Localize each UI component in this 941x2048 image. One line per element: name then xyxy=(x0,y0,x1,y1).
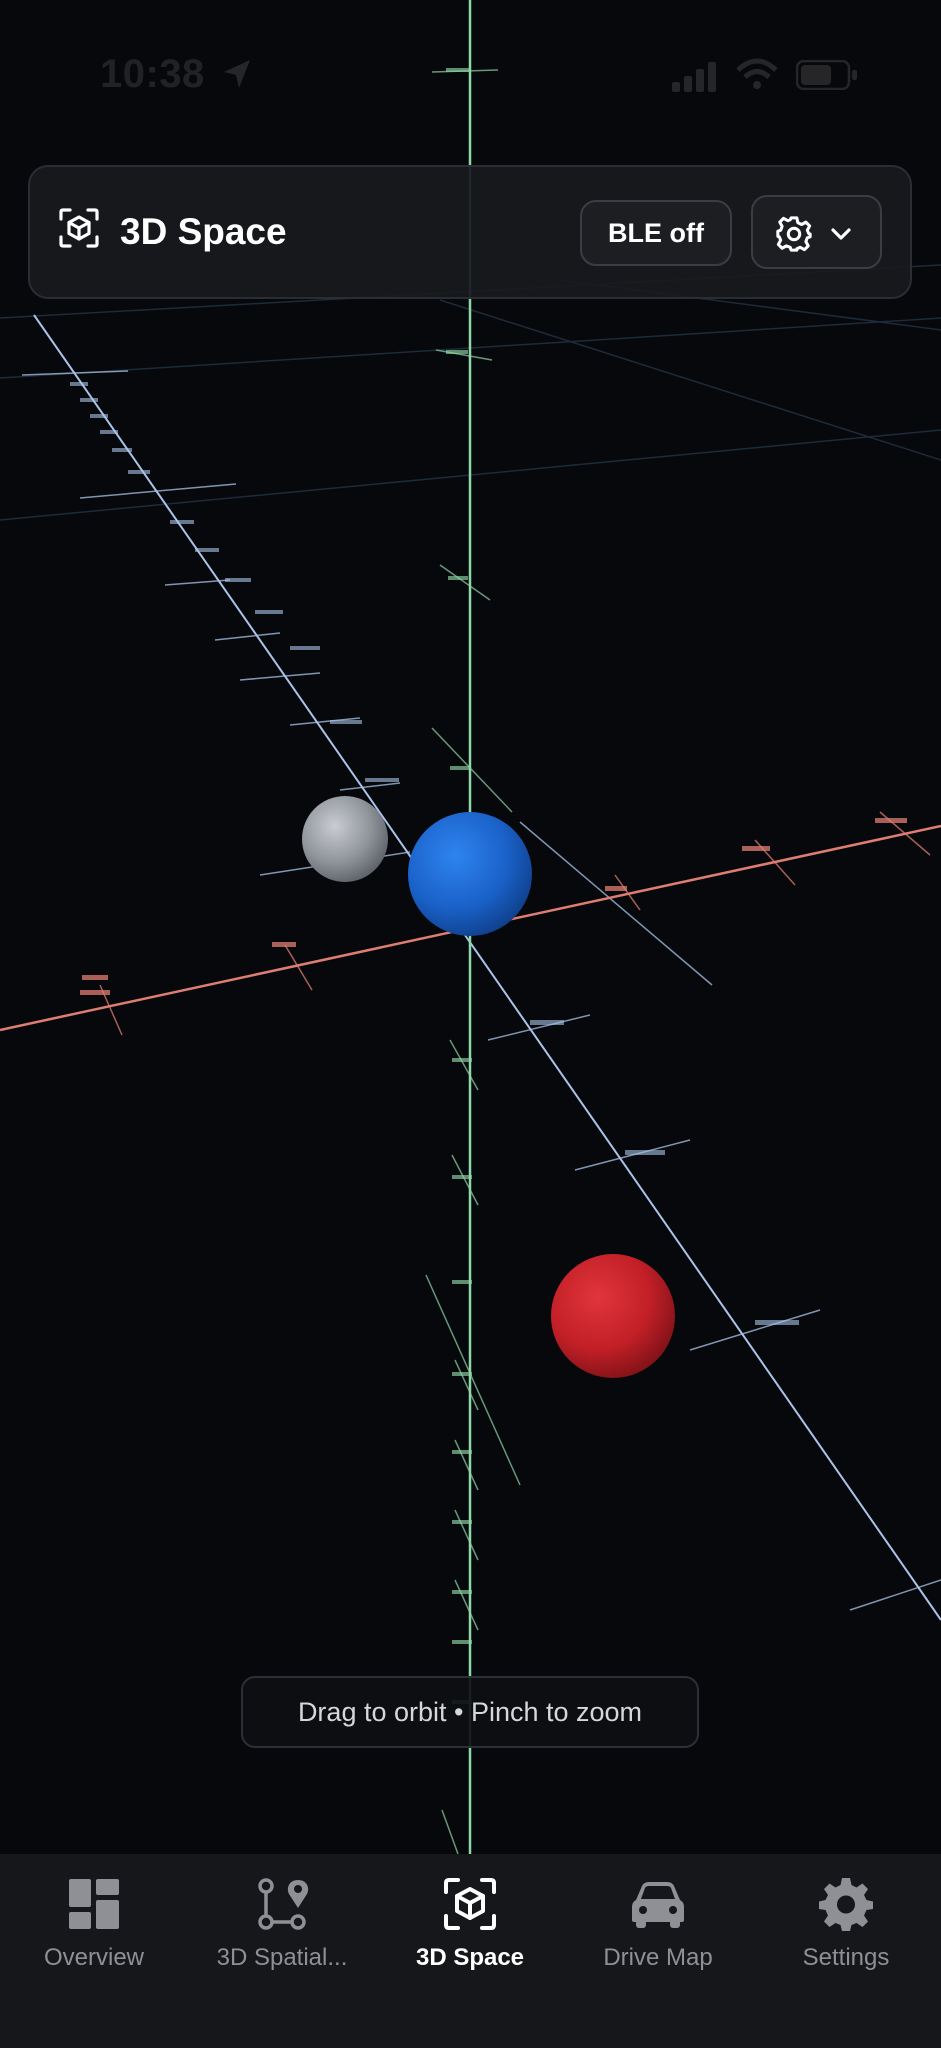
cellular-signal-icon xyxy=(672,62,716,92)
cube-scan-icon xyxy=(59,208,99,248)
page-title: 3D Space xyxy=(120,211,287,252)
spatial-nodes-icon xyxy=(258,1878,309,1930)
tab-3d-spatial[interactable]: 3D Spatial... xyxy=(188,1854,376,2048)
wifi-icon xyxy=(736,58,778,89)
tab-3d-space[interactable]: 3D Space xyxy=(376,1854,564,2048)
tab-settings[interactable]: Settings xyxy=(752,1854,940,2048)
status-bar: 10:38 xyxy=(0,0,941,150)
tab-label: Drive Map xyxy=(603,1944,713,1971)
ble-toggle-button[interactable]: BLE off xyxy=(580,200,732,266)
gesture-hint: Drag to orbit • Pinch to zoom xyxy=(241,1676,699,1748)
tab-label: Settings xyxy=(802,1944,890,1971)
spheres xyxy=(302,796,675,1378)
tab-bar: Overview 3D Spatial... 3D Space Drive Ma… xyxy=(0,1854,941,2048)
sphere-gray[interactable] xyxy=(302,796,388,882)
tab-drive-map[interactable]: Drive Map xyxy=(564,1854,752,2048)
gear-icon xyxy=(776,216,812,252)
sphere-blue[interactable] xyxy=(408,812,532,936)
app-screen: 10:38 3D Space BLE off Drag to orbit • P… xyxy=(0,0,941,2048)
tab-label: Overview xyxy=(43,1944,145,1971)
location-arrow-icon xyxy=(224,60,250,88)
battery-icon xyxy=(796,60,857,90)
cube-scan-icon xyxy=(444,1878,496,1930)
tab-label: 3D Spatial... xyxy=(216,1944,348,1971)
z-axis xyxy=(21,314,941,1621)
car-icon xyxy=(632,1882,684,1928)
gear-icon xyxy=(819,1878,873,1931)
tab-overview[interactable]: Overview xyxy=(0,1854,188,2048)
chevron-down-icon xyxy=(831,228,851,240)
status-time: 10:38 xyxy=(100,52,205,96)
settings-dropdown-button[interactable] xyxy=(751,195,882,269)
dashboard-icon xyxy=(69,1879,119,1929)
sphere-red[interactable] xyxy=(551,1254,675,1378)
tab-label: 3D Space xyxy=(415,1944,525,1971)
